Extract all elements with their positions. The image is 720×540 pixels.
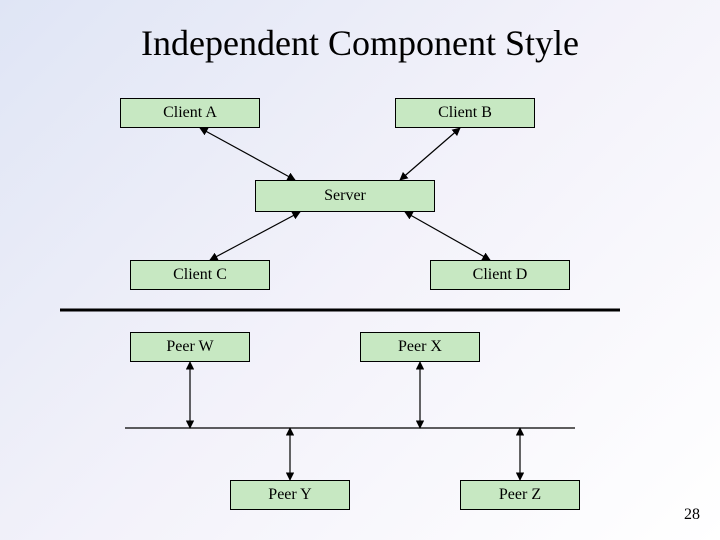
slide-number: 28 xyxy=(684,506,700,524)
node-peer-x: Peer X xyxy=(360,332,480,362)
node-client-c: Client C xyxy=(130,260,270,290)
node-client-a: Client A xyxy=(120,98,260,128)
node-client-b: Client B xyxy=(395,98,535,128)
node-client-d: Client D xyxy=(430,260,570,290)
node-peer-z: Peer Z xyxy=(460,480,580,510)
node-server: Server xyxy=(255,180,435,212)
node-peer-y: Peer Y xyxy=(230,480,350,510)
diagram-connectors xyxy=(0,0,720,540)
node-peer-w: Peer W xyxy=(130,332,250,362)
